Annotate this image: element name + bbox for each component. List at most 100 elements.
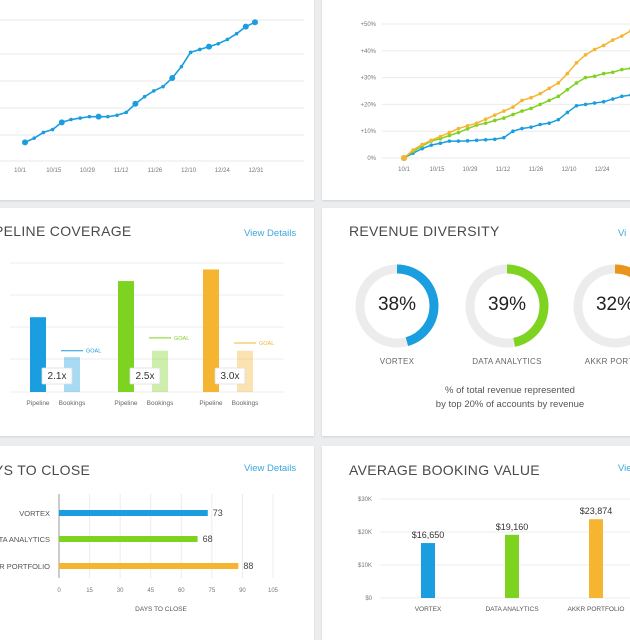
days-view-details-link[interactable]: View Details xyxy=(244,463,296,474)
data-point-akkr xyxy=(556,81,561,85)
pipeline-coverage-title: PELINE COVERAGE xyxy=(0,223,132,239)
ratio-label: 2.5x xyxy=(136,371,155,382)
data-point-vortex xyxy=(465,139,470,143)
ratio-label: 2.1x xyxy=(48,371,67,382)
value-label: $16,650 xyxy=(412,530,445,540)
data-point-data_analytics xyxy=(601,71,606,76)
booking-bar xyxy=(421,543,435,598)
bookings-label: Bookings xyxy=(232,400,259,407)
y-tick-label: $10K xyxy=(358,563,372,569)
data-point-vortex xyxy=(474,138,479,143)
data-point-data_analytics xyxy=(492,118,497,123)
data-point-data_analytics xyxy=(620,67,624,72)
data-point xyxy=(234,31,239,36)
x-tick-label: 11/26 xyxy=(148,168,163,174)
data-point-akkr xyxy=(583,53,588,57)
data-point xyxy=(50,127,55,132)
day-bar xyxy=(59,563,239,569)
donut-percent: 39% xyxy=(487,294,527,315)
card-revenue-diversity: REVENUE DIVERSITY Vi 38% VORTEX 39% DATA AN… xyxy=(322,208,630,436)
y-tick-label: 0% xyxy=(367,156,376,162)
data-point-vortex xyxy=(592,101,597,105)
data-point xyxy=(169,75,176,82)
data-point-vortex xyxy=(520,126,524,131)
data-point xyxy=(58,119,65,126)
data-point-vortex xyxy=(529,125,533,129)
value-label: 88 xyxy=(243,561,253,571)
data-point xyxy=(179,64,184,69)
data-point-data_analytics xyxy=(592,74,597,79)
data-point-akkr xyxy=(574,61,579,65)
x-tick-label: 10/1 xyxy=(14,168,26,174)
data-point xyxy=(41,130,46,135)
data-point-data_analytics xyxy=(456,130,461,135)
donut-percent: 38% xyxy=(377,294,417,315)
y-tick-label: $30K xyxy=(358,497,372,503)
data-point-vortex xyxy=(456,139,461,143)
data-point xyxy=(124,110,128,115)
data-point xyxy=(252,19,258,26)
data-point xyxy=(95,113,102,120)
card-pipeline-coverage: PELINE COVERAGE View Details GOAL 2.1x Pip… xyxy=(0,208,314,436)
x-tick-label: 75 xyxy=(209,588,216,594)
x-tick-label: 105 xyxy=(268,588,279,594)
booking-bar xyxy=(589,519,603,598)
y-tick-label: +20% xyxy=(360,102,376,108)
days-to-close-title: YS TO CLOSE xyxy=(0,462,91,478)
data-point-akkr xyxy=(547,86,552,91)
data-point-akkr xyxy=(610,38,615,42)
value-label: $23,874 xyxy=(580,506,613,516)
data-point-data_analytics xyxy=(574,81,579,85)
y-tick-label: +60% xyxy=(360,0,376,1)
y-tick-label: $0 xyxy=(365,596,372,602)
data-point-akkr xyxy=(511,105,515,109)
data-point xyxy=(69,117,73,122)
data-point-vortex xyxy=(447,139,452,143)
data-point-akkr xyxy=(420,142,424,147)
data-point-akkr xyxy=(411,148,415,152)
data-point xyxy=(152,89,156,93)
donut-label: AKKR PORTFO xyxy=(584,357,630,366)
data-point-vortex xyxy=(565,110,570,115)
data-point-akkr xyxy=(456,126,461,131)
bookings-label: Bookings xyxy=(59,400,86,407)
day-bar xyxy=(59,536,198,542)
data-point-akkr xyxy=(438,134,443,139)
value-label: $19,160 xyxy=(496,522,529,532)
data-point xyxy=(106,114,110,119)
y-tick-label: +50% xyxy=(360,22,376,28)
category-label: VORTEX xyxy=(415,606,442,613)
pipeline-view-details-link[interactable]: View Details xyxy=(244,228,296,239)
donut-label: VORTEX xyxy=(379,357,415,366)
avg-booking-view-details-link[interactable]: Vie xyxy=(618,463,630,474)
data-point-akkr xyxy=(447,130,452,135)
card-average-booking-value: AVERAGE BOOKING VALUE Vie $0 $10K $20K $30K… xyxy=(322,446,630,640)
data-point-data_analytics xyxy=(511,112,515,117)
y-tick-label: +30% xyxy=(360,76,376,82)
category-label: DATA ANALYTICS xyxy=(0,535,50,544)
donut-percent: 32% xyxy=(595,294,630,315)
goal-label: GOAL xyxy=(259,341,274,347)
growth-line-chart: 0% +10% +20% +30% +40% +50% +60% 10/1 10/15 10/29… xyxy=(360,0,630,173)
diversity-caption-line1: % of total revenue represented xyxy=(445,385,575,396)
x-tick-label: 90 xyxy=(239,588,246,594)
category-label: R PORTFOLIO xyxy=(0,562,50,571)
data-point-vortex xyxy=(610,97,615,101)
data-point-vortex xyxy=(538,122,542,127)
data-point-akkr xyxy=(520,98,524,103)
data-point-vortex xyxy=(511,129,515,133)
pipeline-label: Pipeline xyxy=(199,400,223,407)
data-point-akkr xyxy=(483,117,488,121)
data-point xyxy=(132,100,139,107)
data-point-data_analytics xyxy=(556,94,561,99)
data-point-data_analytics xyxy=(520,109,524,113)
x-tick-label: 45 xyxy=(147,588,154,594)
x-tick-label: 12/10 xyxy=(181,168,197,174)
data-point-vortex xyxy=(502,135,506,140)
x-tick-label: 12/10 xyxy=(561,167,577,173)
data-point-data_analytics xyxy=(583,75,588,80)
pipeline-label: Pipeline xyxy=(26,400,50,407)
data-point-akkr xyxy=(502,109,506,113)
booking-bar xyxy=(505,534,519,598)
data-point-vortex xyxy=(556,117,561,122)
